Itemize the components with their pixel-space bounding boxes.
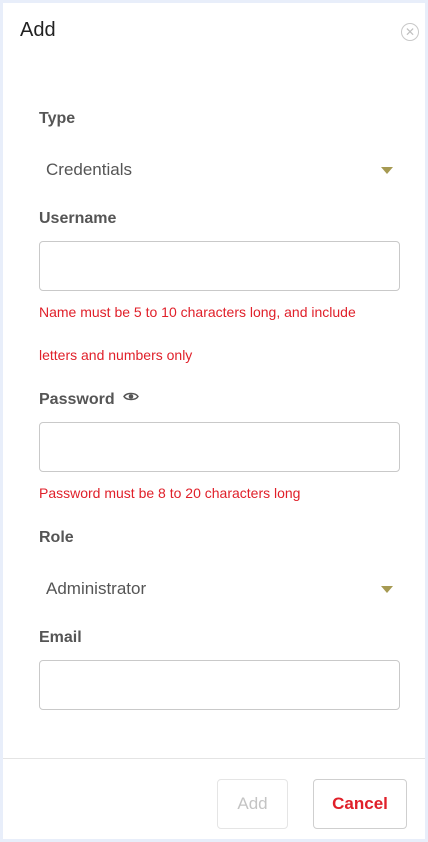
type-select[interactable]: Credentials	[39, 153, 397, 187]
dialog-title: Add	[20, 19, 56, 41]
role-label: Role	[39, 529, 74, 546]
footer-divider	[3, 758, 425, 759]
password-error: Password must be 8 to 20 characters long	[39, 485, 301, 501]
role-select-value: Administrator	[46, 579, 147, 598]
add-dialog: Add ✕ Type Credentials Username Name mus…	[3, 3, 425, 839]
type-select-value: Credentials	[46, 160, 132, 179]
type-label: Type	[39, 110, 76, 127]
eye-icon[interactable]	[123, 389, 139, 407]
add-button[interactable]: Add	[217, 779, 288, 829]
email-label: Email	[39, 629, 82, 646]
password-label: Password	[39, 391, 139, 409]
chevron-down-icon	[381, 586, 393, 593]
password-label-text: Password	[39, 391, 115, 409]
username-label: Username	[39, 210, 117, 227]
email-input[interactable]	[39, 660, 400, 710]
chevron-down-icon	[381, 167, 393, 174]
role-select[interactable]: Administrator	[39, 572, 397, 606]
password-input[interactable]	[39, 422, 400, 472]
close-icon[interactable]: ✕	[401, 23, 419, 41]
username-input[interactable]	[39, 241, 400, 291]
username-error-line2: letters and numbers only	[39, 347, 193, 363]
cancel-button[interactable]: Cancel	[313, 779, 407, 829]
username-error-line1: Name must be 5 to 10 characters long, an…	[39, 304, 356, 320]
